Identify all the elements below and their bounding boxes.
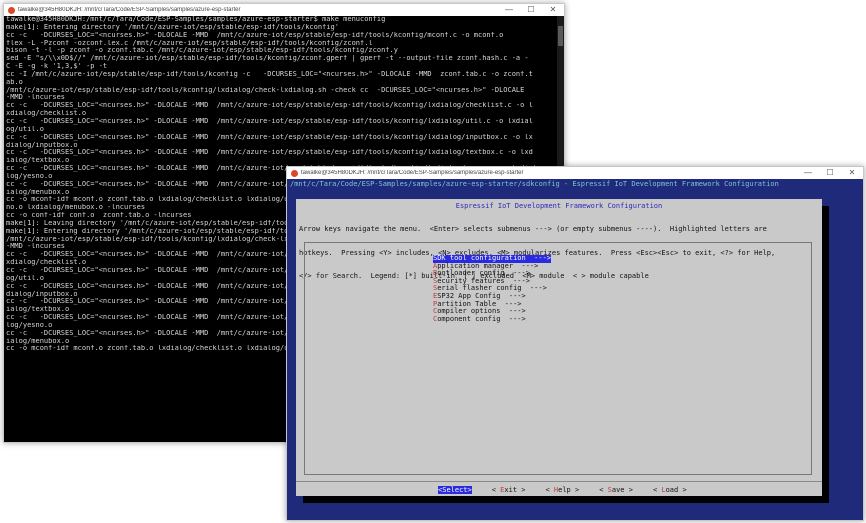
menuconfig-window: tawalke@345H80DKJH: /mnt/c/Tara/Code/ESP… [286,166,864,521]
terminal-line: C -E -g -k '1,3,$' -p -t [6,63,108,71]
terminal-titlebar[interactable]: tawalke@345H80DKJH: /mnt/c/Tara/Code/ESP… [4,4,564,16]
scrollbar-thumb[interactable] [558,26,563,46]
terminal-line: og/util.o [6,125,44,133]
terminal-line: dialog/inputbox.o [6,141,78,149]
button-label: elp > [558,486,580,494]
terminal-line: cc -c -DCURSES_LOC="<ncurses.h>" -DLOCAL… [6,31,504,39]
terminal-line: tawalke@345H80DKJH:/mnt/c/Tara/Code/ESP-… [6,16,386,23]
minimize-icon[interactable]: — [797,167,819,179]
dialog-button[interactable]: < Save > [599,486,633,494]
terminal-line: flex -L -Pzconf -ozconf.lex.c /mnt/c/azu… [6,39,373,47]
divider [296,481,822,482]
close-icon[interactable]: ✕ [841,167,863,179]
terminal-line: cc -I /mnt/c/azure-iot/esp/stable/esp-id… [6,70,533,78]
help-line: Arrow keys navigate the menu. <Enter> se… [299,225,767,234]
menu-list: SDK tool configuration ---> Application m… [433,254,552,324]
dialog-button[interactable]: < Exit > [492,486,526,494]
terminal-title: tawalke@345H80DKJH: /mnt/c/Tara/Code/ESP… [18,7,241,13]
terminal-line: ab.o [6,78,23,86]
terminal-line: sed -E "s/\\x0D$//" /mnt/c/azure-iot/esp… [6,55,529,63]
button-bracket: < [545,486,554,494]
menu-item[interactable]: Component config ---> [433,314,551,324]
ubuntu-app-icon [8,6,15,14]
maximize-icon[interactable]: ☐ [819,167,841,179]
terminal-line: make[1]: Entering directory '/mnt/c/azur… [6,23,339,31]
button-label: xit > [504,486,526,494]
dialog-title: Espressif IoT Development Framework Conf… [455,202,663,210]
terminal-line: /mnt/c/azure-iot/esp/stable/esp-idf/tool… [6,86,525,94]
button-label: ave > [611,486,633,494]
dialog-button[interactable]: < Help > [545,486,579,494]
window-controls: — ☐ ✕ [498,4,564,16]
ubuntu-app-icon [291,169,298,177]
button-label: elect> [446,486,472,494]
minimize-icon[interactable]: — [498,4,520,16]
config-path: /mnt/c/Tara/Code/ESP-Samples/samples/azu… [290,180,779,188]
terminal-line: cc -c -DCURSES_LOC="<ncurses.h>" -DLOCAL… [6,117,533,125]
menuconfig-titlebar[interactable]: tawalke@345H80DKJH: /mnt/c/Tara/Code/ESP… [287,167,863,179]
dialog-button[interactable]: <Select> [438,486,472,494]
button-label: oad > [665,486,687,494]
menuconfig-screen: /mnt/c/Tara/Code/ESP-Samples/samples/azu… [287,179,863,520]
dialog-button[interactable]: < Load > [653,486,687,494]
button-bracket: < [491,486,501,494]
menuconfig-window-title: tawalke@345H80DKJH: /mnt/c/Tara/Code/ESP… [301,170,524,176]
button-bar: <Select> < Exit > < Help > < Save > < Load > [438,486,687,494]
window-controls: — ☐ ✕ [797,167,863,179]
maximize-icon[interactable]: ☐ [520,4,542,16]
button-bracket: < [599,486,608,494]
close-icon[interactable]: ✕ [542,4,564,16]
menu-item-label: omponent config ---> [437,314,526,323]
terminal-line: xdialog/checklist.o [6,110,87,118]
terminal-line: cc -c -DCURSES_LOC="<ncurses.h>" -DLOCAL… [6,102,533,110]
terminal-line: bison -t -l -p zconf -o zconf.tab.c /mnt… [6,47,398,55]
menuconfig-dialog: Espressif IoT Development Framework Conf… [296,199,822,496]
terminal-line: -MMD -lncurses [6,94,66,102]
terminal-line: cc -c -DCURSES_LOC="<ncurses.h>" -DLOCAL… [6,149,533,157]
terminal-line: ialog/textbox.o [6,157,70,165]
terminal-line: cc -c -DCURSES_LOC="<ncurses.h>" -DLOCAL… [6,133,533,141]
menu-box: SDK tool configuration ---> Application m… [304,242,812,475]
